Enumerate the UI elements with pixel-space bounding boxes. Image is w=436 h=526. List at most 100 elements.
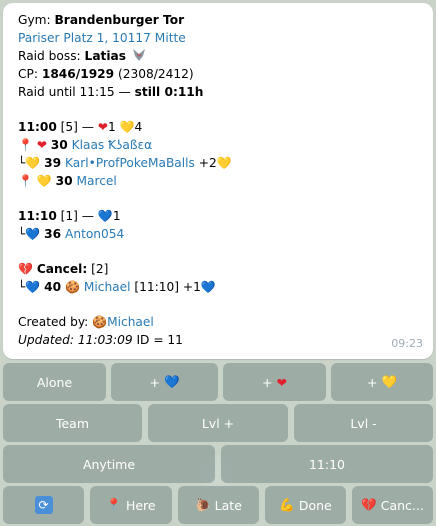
cp-line: CP: 1846/1929 (2308/2412) xyxy=(18,65,419,83)
done-button[interactable]: 💪 Done xyxy=(265,486,346,524)
button-label: + xyxy=(149,374,160,390)
keyboard-row: Alone + 💙 + ❤ + 💛 xyxy=(3,363,433,401)
yellow-heart-icon: 💛 xyxy=(216,156,232,170)
broken-heart-icon: 💔 xyxy=(18,262,33,276)
participant-row: └💙 40 🍪 Michael [11:10] +1💙 xyxy=(18,278,419,296)
yellow-heart-icon: 💛 xyxy=(25,156,41,170)
player-name-link[interactable]: Anton054 xyxy=(65,227,124,241)
time-1110-button[interactable]: 11:10 xyxy=(221,445,433,483)
blue-heart-icon: 💙 xyxy=(163,374,180,389)
participant-row: └💙 36 Anton054 xyxy=(18,225,419,243)
cp-value: 1846/1929 xyxy=(41,67,115,81)
team-button[interactable]: Team xyxy=(3,404,142,442)
red-heart-icon: ❤ xyxy=(97,120,108,134)
red-heart-icon: ❤ xyxy=(276,374,287,390)
blue-heart-icon: 💙 xyxy=(200,280,216,294)
gym-line: Gym: Brandenburger Tor xyxy=(18,11,419,29)
player-name-link[interactable]: Klaas Ꝁʖaßεα xyxy=(72,138,153,152)
raid-message-bubble: Gym: Brandenburger Tor Pariser Platz 1, … xyxy=(3,3,433,359)
player-name-link[interactable]: Karl•ProfPokeMaBalls xyxy=(65,156,195,170)
cp-extra: (2308/2412) xyxy=(114,67,194,81)
button-label: Here xyxy=(125,497,156,513)
here-button[interactable]: 📍 Here xyxy=(90,486,172,524)
anytime-button[interactable]: Anytime xyxy=(3,445,215,483)
keyboard-row: ⟳ 📍 Here 🐌 Late 💪 Done 💔 Canc... xyxy=(3,486,433,524)
button-label: Lvl - xyxy=(350,415,377,431)
button-label: Done xyxy=(298,497,332,513)
participant-row: 📍 ❤ 30 Klaas Ꝁʖaßεα xyxy=(18,136,419,154)
player-level: 30 xyxy=(50,138,68,152)
red-heart-icon: ❤ xyxy=(36,138,47,152)
boss-name: Latias xyxy=(84,49,127,63)
broken-heart-icon: 💔 xyxy=(361,497,377,512)
player-level: 39 xyxy=(44,156,62,170)
slot-count: [1] — xyxy=(56,209,98,223)
player-level: 40 xyxy=(44,280,62,294)
created-label: Created by: xyxy=(18,315,93,329)
alone-button[interactable]: Alone xyxy=(3,363,106,401)
add-yellow-button[interactable]: + 💛 xyxy=(331,363,433,401)
gym-label: Gym: xyxy=(18,13,55,27)
level-up-button[interactable]: Lvl + xyxy=(148,404,288,442)
button-label: Anytime xyxy=(82,456,136,472)
pin-icon: 📍 xyxy=(18,138,33,152)
player-name-link[interactable]: Michael xyxy=(84,280,131,294)
cp-label: CP: xyxy=(18,67,42,81)
slot-time: 11:10 xyxy=(18,209,57,223)
flexed-biceps-icon: 💪 xyxy=(279,497,295,512)
message-timestamp: 09:23 xyxy=(391,337,423,350)
yellow-heart-icon: 💛 xyxy=(36,174,52,188)
slot-time: 11:00 xyxy=(18,120,57,134)
participant-row: 📍 💛 30 Marcel xyxy=(18,172,419,190)
cancel-count: [2] xyxy=(87,262,109,276)
button-label: Canc... xyxy=(380,497,424,513)
late-button[interactable]: 🐌 Late xyxy=(178,486,259,524)
red-count: 1 xyxy=(107,120,116,134)
created-by-line: Created by: 🍪Michael xyxy=(18,313,419,331)
yellow-heart-icon: 💛 xyxy=(119,120,135,134)
raid-until-line: Raid until 11:15 — still 0:11h xyxy=(18,83,419,101)
boss-label: Raid boss: xyxy=(18,49,85,63)
cancel-time: [11:10] xyxy=(130,280,180,294)
player-level: 30 xyxy=(55,174,73,188)
button-label: Team xyxy=(55,415,90,431)
button-label: Late xyxy=(214,497,242,513)
player-name-link[interactable]: Marcel xyxy=(77,174,117,188)
extra-count: +1 xyxy=(179,280,201,294)
keyboard-row: Anytime 11:10 xyxy=(3,445,433,483)
pin-icon: 📍 xyxy=(18,174,33,188)
cookie-icon: 🍪 xyxy=(65,280,80,294)
pin-icon: 📍 xyxy=(106,497,122,512)
address-line: Pariser Platz 1, 10117 Mitte xyxy=(18,29,419,47)
yellow-heart-icon: 💛 xyxy=(381,374,398,389)
address-link[interactable]: Pariser Platz 1, 10117 Mitte xyxy=(18,31,186,45)
snail-icon: 🐌 xyxy=(195,497,211,512)
extra-count: +2 xyxy=(194,156,217,170)
gym-name: Brandenburger Tor xyxy=(54,13,185,27)
level-down-button[interactable]: Lvl - xyxy=(294,404,433,442)
refresh-icon: ⟳ xyxy=(34,496,53,514)
player-level: 36 xyxy=(44,227,62,241)
button-label: + xyxy=(366,374,378,390)
slot-count: [5] — xyxy=(56,120,98,134)
participant-row: └💛 39 Karl•ProfPokeMaBalls +2💛 xyxy=(18,154,419,172)
button-label: 11:10 xyxy=(308,456,346,472)
blue-heart-icon: 💙 xyxy=(25,227,41,241)
raid-until: Raid until 11:15 — xyxy=(18,85,135,99)
add-blue-button[interactable]: + 💙 xyxy=(111,363,218,401)
creator-link[interactable]: Michael xyxy=(107,315,154,329)
keyboard-row: Team Lvl + Lvl - xyxy=(3,404,433,442)
blue-count: 1 xyxy=(112,209,121,223)
raid-id: ID = 11 xyxy=(132,333,183,347)
boss-line: Raid boss: Latias xyxy=(18,47,419,65)
cancel-header: 💔 Cancel: [2] xyxy=(18,260,419,278)
add-red-button[interactable]: + ❤ xyxy=(223,363,326,401)
refresh-button[interactable]: ⟳ xyxy=(3,486,84,524)
button-label: Lvl + xyxy=(201,415,235,431)
updated-line: Updated: 11:03:09 ID = 11 xyxy=(18,331,419,349)
cancel-label: Cancel: xyxy=(36,262,88,276)
cancel-button[interactable]: 💔 Canc... xyxy=(352,486,433,524)
slot-1100-header: 11:00 [5] — ❤1 💛4 xyxy=(18,118,419,136)
blue-heart-icon: 💙 xyxy=(25,280,41,294)
slot-1110-header: 11:10 [1] — 💙1 xyxy=(18,207,419,225)
